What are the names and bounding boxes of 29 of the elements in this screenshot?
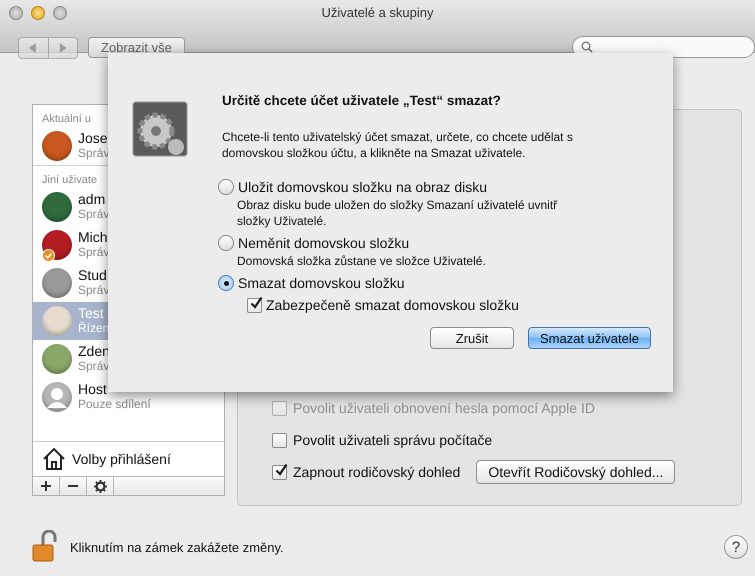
user-name: adm <box>78 192 106 207</box>
checkbox-label: Zabezpečeně smazat domovskou složku <box>266 297 519 313</box>
user-role: Řízen <box>78 321 110 336</box>
user-name: Mich <box>78 230 109 245</box>
radio-label: Uložit domovskou složku na obraz disku <box>238 179 488 195</box>
user-role: Správ <box>78 207 110 222</box>
dialog-title: Určitě chcete účet uživatele „Test“ smazat? <box>222 93 502 108</box>
checkbox-label: Povolit uživateli správu počítače <box>293 432 492 448</box>
user-role: Správ <box>78 245 110 260</box>
lock-hint-text: Kliknutím na zámek zakážete změny. <box>70 540 285 554</box>
radio-label: Smazat domovskou složku <box>238 275 405 291</box>
user-name: Host <box>78 382 108 397</box>
user-role: Správ <box>78 359 110 374</box>
radio-label: Neměnit domovskou složku <box>238 235 410 251</box>
option-description: Obraz disku bude uložen do složky Smazaní uživatelé uvnitř složky Uživatelé. <box>237 197 558 229</box>
user-name: Test <box>78 306 105 321</box>
checkbox-label: Povolit uživateli obnovení hesla pomocí Apple ID <box>293 400 595 416</box>
dialog-message: Chcete-li tento uživatelský účet smazat, určete, co chcete udělat s domovskou složkou účtu, a klikněte na Smazat uživatele. <box>222 129 574 161</box>
option-description: Domovská složka zůstane ve složce Uživatelé. <box>237 253 487 269</box>
window-title: Uživatelé a skupiny <box>320 5 434 20</box>
section-heading: Jiní uživate <box>41 173 98 188</box>
user-role: Správ <box>78 283 110 298</box>
user-role: Správ <box>78 146 110 161</box>
login-options-label: Volby přihlášení <box>72 451 171 467</box>
user-name: Jose <box>78 131 109 146</box>
user-name: Stud <box>78 268 108 283</box>
user-role: Pouze sdílení <box>78 397 151 412</box>
checkbox-label: Zapnout rodičovský dohled <box>293 464 460 480</box>
section-heading: Aktuální u <box>41 112 92 127</box>
